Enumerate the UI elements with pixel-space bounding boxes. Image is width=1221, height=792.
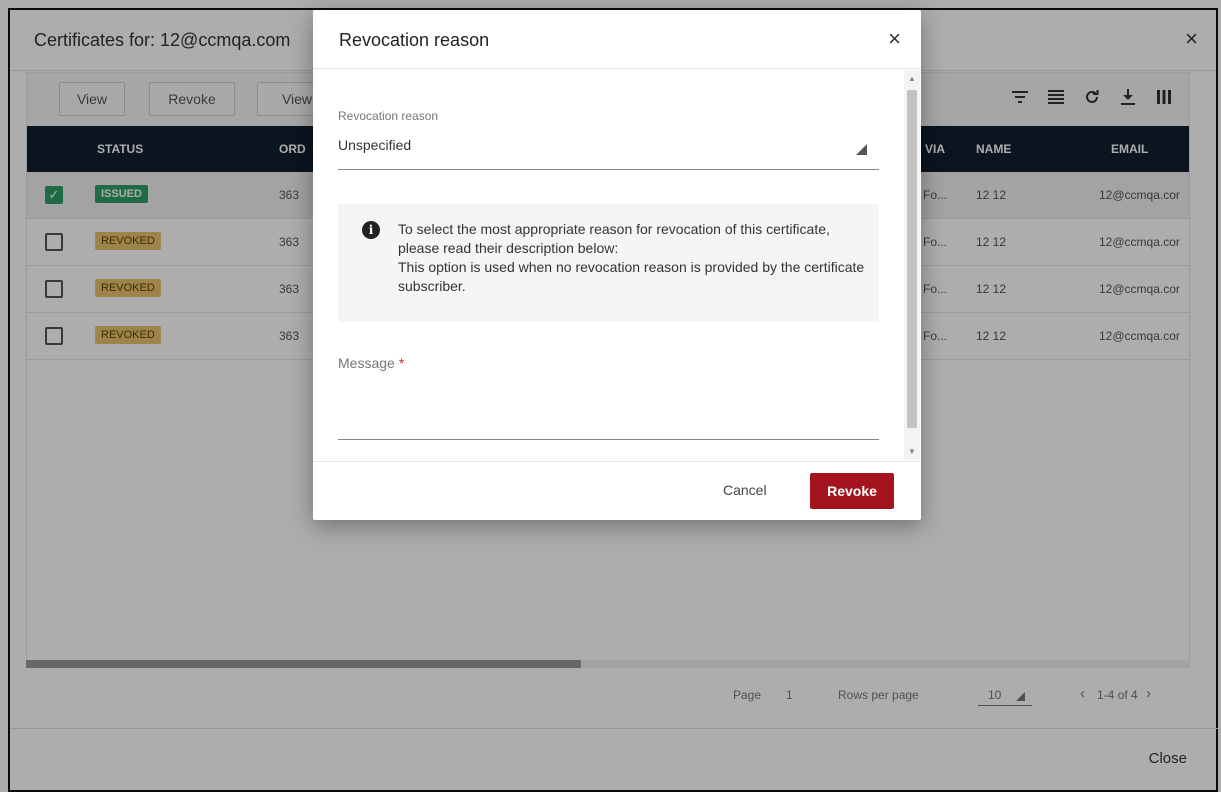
info-icon: i — [362, 221, 380, 239]
required-mark: * — [398, 355, 405, 371]
close-icon[interactable]: × — [888, 26, 901, 52]
message-input[interactable] — [338, 439, 879, 440]
revocation-reason-dialog: Revocation reason × Revocation reason Un… — [313, 10, 921, 520]
scrollbar-thumb[interactable] — [907, 90, 917, 428]
modal-title: Revocation reason — [339, 30, 490, 50]
modal-body: Revocation reason Unspecified i To selec… — [313, 69, 921, 461]
info-panel: i To select the most appropriate reason … — [338, 204, 879, 322]
info-line-2: This option is used when no revocation r… — [398, 259, 865, 294]
reason-select[interactable]: Unspecified — [338, 137, 411, 153]
revoke-button[interactable]: Revoke — [810, 473, 894, 509]
scroll-up-icon[interactable]: ▲ — [908, 74, 916, 83]
reason-label: Revocation reason — [338, 109, 439, 123]
dropdown-arrow-icon[interactable] — [856, 144, 867, 155]
vertical-scrollbar[interactable]: ▲ ▼ — [904, 70, 920, 460]
info-line-1: To select the most appropriate reason fo… — [398, 221, 830, 256]
message-label-text: Message — [338, 355, 395, 371]
scroll-down-icon[interactable]: ▼ — [908, 447, 916, 456]
select-underline — [338, 169, 879, 170]
message-label: Message * — [338, 355, 404, 371]
cancel-button[interactable]: Cancel — [723, 482, 767, 498]
info-text: To select the most appropriate reason fo… — [398, 220, 868, 296]
modal-footer-divider — [313, 461, 921, 462]
